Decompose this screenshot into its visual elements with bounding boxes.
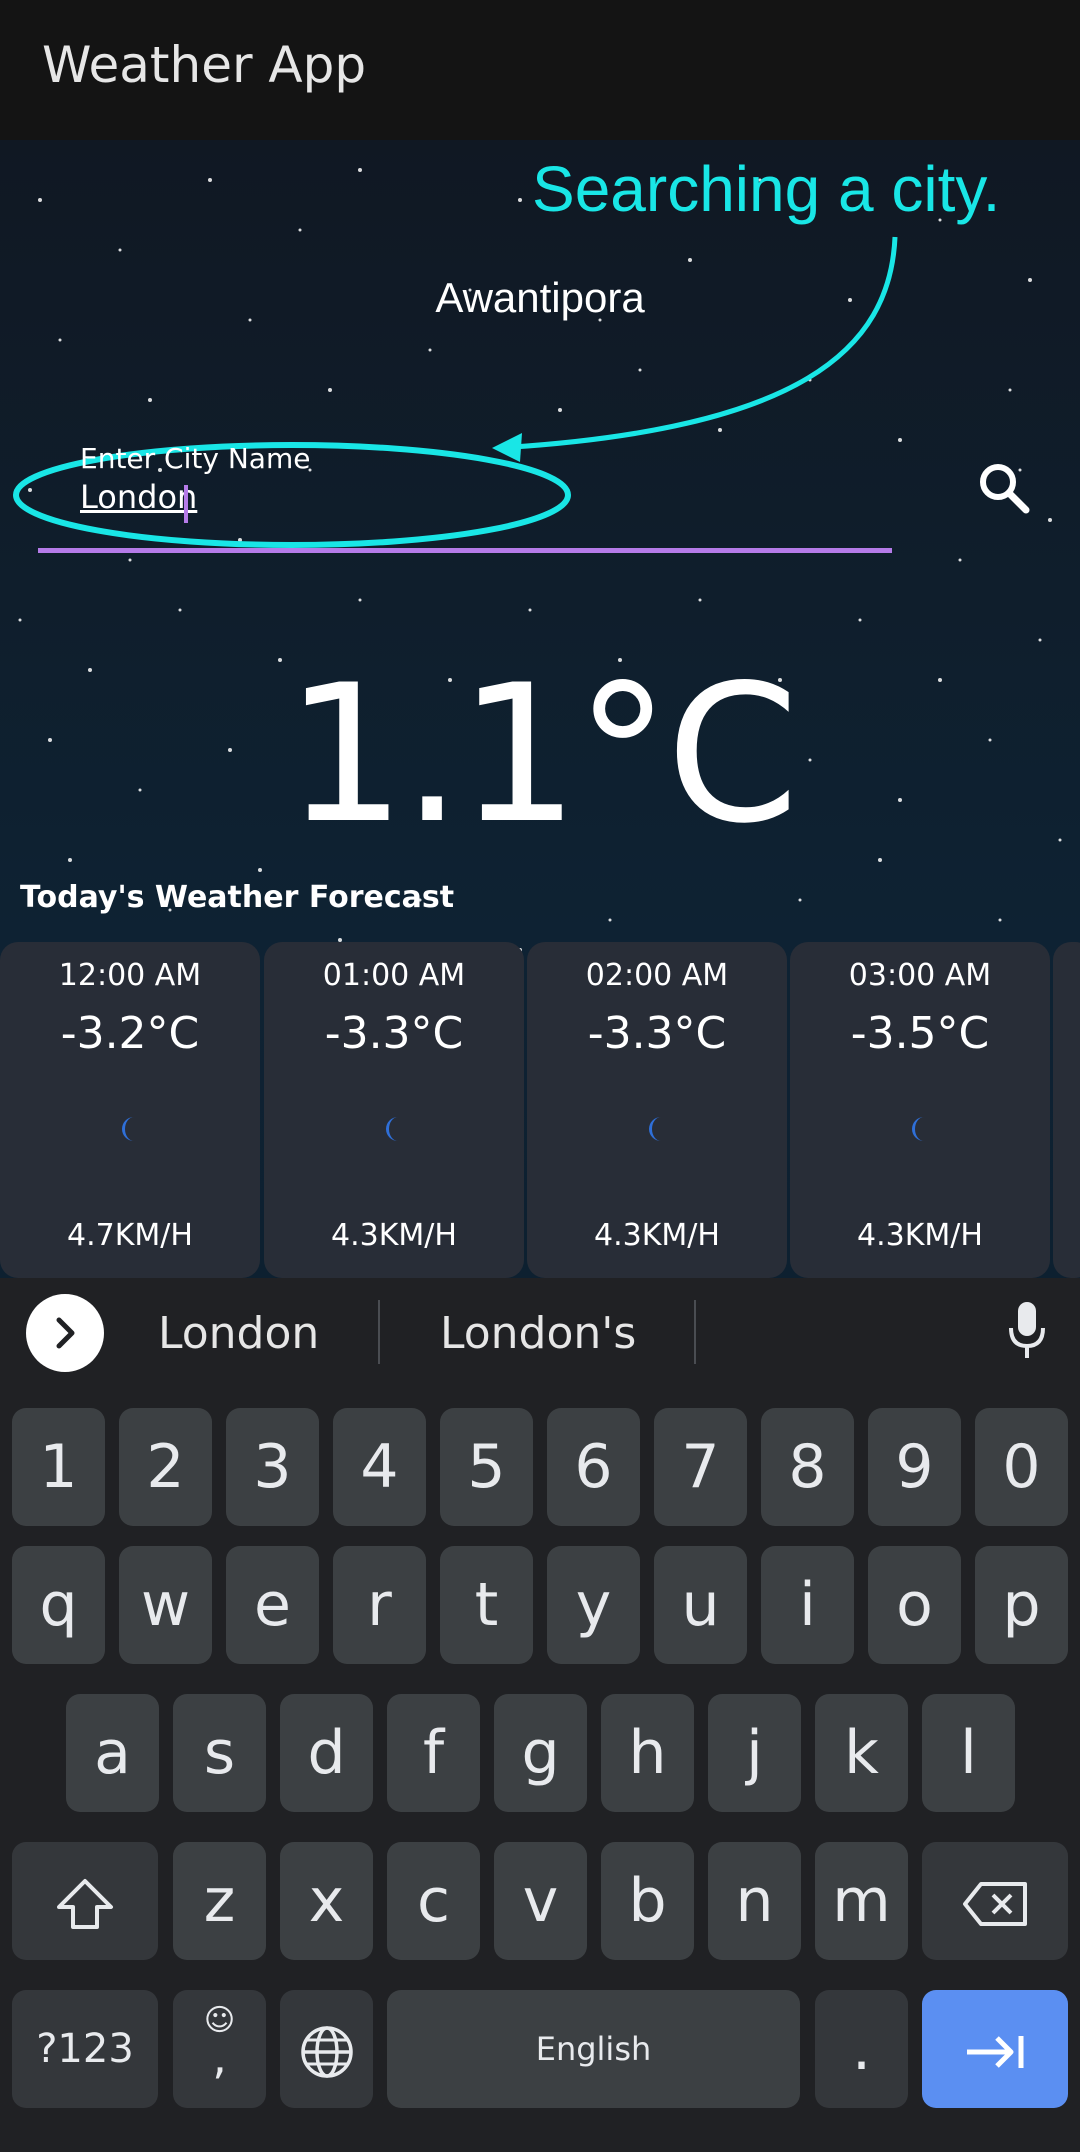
key-z[interactable]: z: [173, 1842, 266, 1960]
key-e[interactable]: e: [226, 1546, 319, 1664]
key-c[interactable]: c: [387, 1842, 480, 1960]
key-r[interactable]: r: [333, 1546, 426, 1664]
key-v[interactable]: v: [494, 1842, 587, 1960]
shift-icon: [57, 1879, 113, 1930]
key-p[interactable]: p: [975, 1546, 1068, 1664]
key-6[interactable]: 6: [547, 1408, 640, 1526]
suggestion-divider: [378, 1300, 380, 1364]
key-2[interactable]: 2: [119, 1408, 212, 1526]
expand-toolbar-button[interactable]: [26, 1294, 104, 1372]
on-screen-keyboard: London London's 1 2 3 4 5 6 7 8 9 0 q w …: [0, 1278, 1080, 2152]
key-5[interactable]: 5: [440, 1408, 533, 1526]
space-key[interactable]: English: [387, 1990, 800, 2108]
city-search-input[interactable]: [80, 478, 880, 516]
suggestion-london[interactable]: London: [158, 1308, 319, 1359]
key-x[interactable]: x: [280, 1842, 373, 1960]
comma-label: ,: [212, 2030, 227, 2084]
forecast-card: 01:00 AM -3.3°C 4.3KM/H: [264, 942, 524, 1278]
key-h[interactable]: h: [601, 1694, 694, 1812]
key-1[interactable]: 1: [12, 1408, 105, 1526]
key-3[interactable]: 3: [226, 1408, 319, 1526]
key-a[interactable]: a: [66, 1694, 159, 1812]
key-o[interactable]: o: [868, 1546, 961, 1664]
forecast-wind: 4.3KM/H: [594, 1218, 720, 1253]
key-y[interactable]: y: [547, 1546, 640, 1664]
city-field-underline: [38, 548, 892, 553]
microphone-icon: [1009, 1302, 1045, 1358]
forecast-time: 02:00 AM: [585, 958, 729, 993]
forecast-title: Today's Weather Forecast: [20, 880, 455, 915]
key-k[interactable]: k: [815, 1694, 908, 1812]
moon-icon: [122, 1117, 134, 1141]
comma-emoji-key[interactable]: ☺ ,: [173, 1990, 266, 2108]
forecast-temp: -3.2°C: [60, 1008, 200, 1059]
chevron-right-icon: [56, 1317, 75, 1349]
forecast-temp: -3.5°C: [850, 1008, 990, 1059]
forecast-wind: 4.7KM/H: [67, 1218, 193, 1253]
key-w[interactable]: w: [119, 1546, 212, 1664]
period-key[interactable]: .: [815, 1990, 908, 2108]
forecast-card: 12:00 AM -3.2°C 4.7KM/H: [0, 942, 260, 1278]
app-title: Weather App: [42, 36, 367, 94]
text-caret: [184, 485, 188, 523]
key-q[interactable]: q: [12, 1546, 105, 1664]
key-7[interactable]: 7: [654, 1408, 747, 1526]
moon-icon: [912, 1117, 924, 1141]
forecast-time: 03:00 AM: [848, 958, 992, 993]
city-field-label: Enter City Name: [80, 442, 311, 475]
key-u[interactable]: u: [654, 1546, 747, 1664]
language-key[interactable]: [280, 1990, 373, 2108]
key-t[interactable]: t: [440, 1546, 533, 1664]
forecast-temp: -3.3°C: [324, 1008, 464, 1059]
key-g[interactable]: g: [494, 1694, 587, 1812]
night-sky-background: Searching a city. Awantipora Enter City …: [0, 140, 1080, 1278]
forecast-card-partial: [1053, 942, 1080, 1278]
forecast-wind: 4.3KM/H: [331, 1218, 457, 1253]
tab-arrow-icon: [967, 2036, 1024, 2069]
key-f[interactable]: f: [387, 1694, 480, 1812]
forecast-card: 03:00 AM -3.5°C 4.3KM/H: [790, 942, 1050, 1278]
key-s[interactable]: s: [173, 1694, 266, 1812]
forecast-temp: -3.3°C: [587, 1008, 727, 1059]
voice-input-button[interactable]: [1006, 1300, 1048, 1362]
suggestion-londons[interactable]: London's: [440, 1308, 636, 1359]
key-l[interactable]: l: [922, 1694, 1015, 1812]
current-temperature: 1.1°C: [285, 644, 799, 865]
globe-icon: [300, 2026, 353, 2079]
key-m[interactable]: m: [815, 1842, 908, 1960]
backspace-icon: [963, 1882, 1027, 1927]
key-n[interactable]: n: [708, 1842, 801, 1960]
city-name: Awantipora: [435, 274, 645, 321]
next-key[interactable]: [922, 1990, 1068, 2108]
key-j[interactable]: j: [708, 1694, 801, 1812]
moon-icon: [386, 1117, 398, 1141]
key-d[interactable]: d: [280, 1694, 373, 1812]
key-8[interactable]: 8: [761, 1408, 854, 1526]
suggestion-bar: London London's: [0, 1278, 1080, 1390]
forecast-wind: 4.3KM/H: [857, 1218, 983, 1253]
suggestion-divider: [694, 1300, 696, 1364]
key-9[interactable]: 9: [868, 1408, 961, 1526]
search-icon: [980, 464, 1030, 514]
forecast-card: 02:00 AM -3.3°C 4.3KM/H: [527, 942, 787, 1278]
app-bar: Weather App: [0, 0, 1080, 140]
key-0[interactable]: 0: [975, 1408, 1068, 1526]
forecast-time: 12:00 AM: [58, 958, 202, 993]
shift-key[interactable]: [12, 1842, 158, 1960]
forecast-list[interactable]: 12:00 AM -3.2°C 4.7KM/H 01:00 AM -3.3°C …: [0, 942, 1080, 1278]
forecast-time: 01:00 AM: [322, 958, 466, 993]
search-button[interactable]: [972, 456, 1036, 520]
key-b[interactable]: b: [601, 1842, 694, 1960]
weather-app-screen: Weather App Searching a city. Awantipora…: [0, 0, 1080, 2152]
backspace-key[interactable]: [922, 1842, 1068, 1960]
moon-icon: [649, 1117, 661, 1141]
symbols-key[interactable]: ?123: [12, 1990, 158, 2108]
key-i[interactable]: i: [761, 1546, 854, 1664]
key-4[interactable]: 4: [333, 1408, 426, 1526]
